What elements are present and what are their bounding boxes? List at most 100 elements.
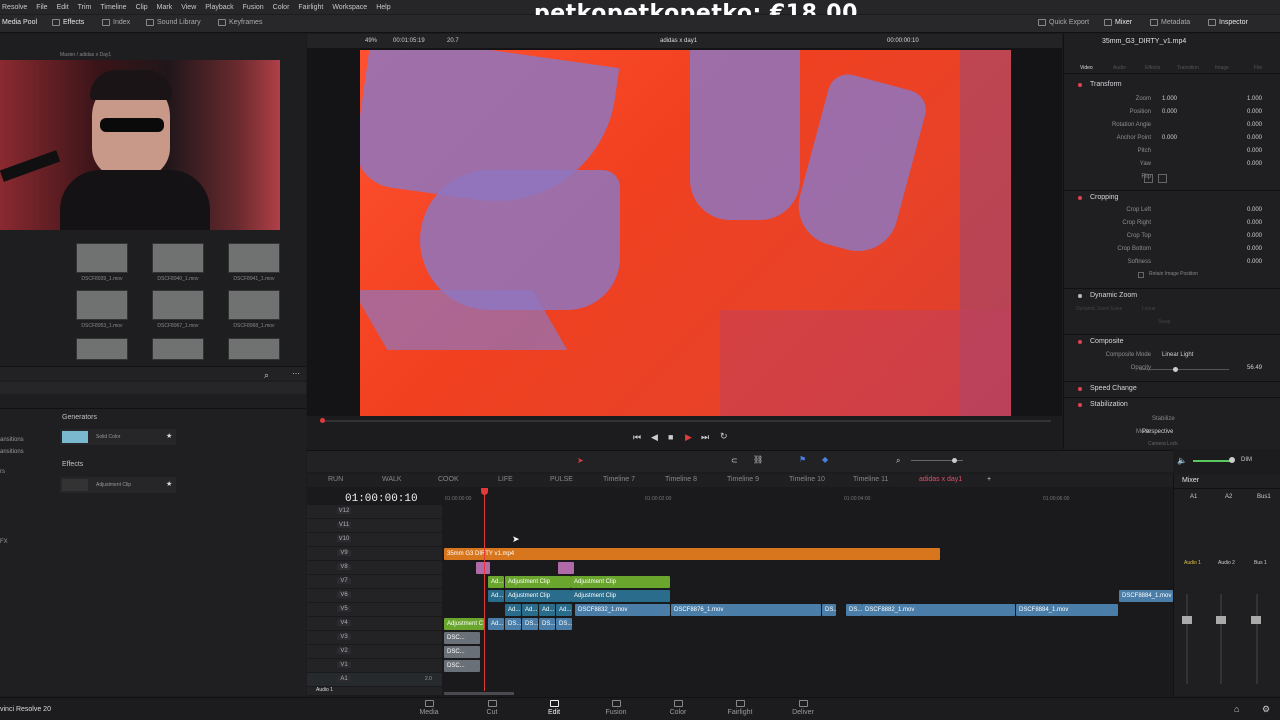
master-volume-slider[interactable] xyxy=(1193,460,1233,462)
side-item[interactable]: FX xyxy=(0,539,8,545)
tab-timeline-7[interactable]: Timeline 7 xyxy=(603,476,635,483)
snapping-icon[interactable]: ⊂ xyxy=(731,456,738,465)
timeline-zoom-knob[interactable] xyxy=(952,458,957,463)
clip-ds-short[interactable]: DS... xyxy=(505,618,521,630)
effects-button[interactable]: Effects xyxy=(52,19,84,26)
menu-file[interactable]: File xyxy=(36,4,47,11)
enable-dot-icon[interactable] xyxy=(1078,340,1082,344)
clip-adj-short[interactable]: Ad... xyxy=(556,604,572,616)
flip-vertical-icon[interactable] xyxy=(1158,174,1167,183)
crop-right-field[interactable]: 0.000 xyxy=(1222,220,1262,226)
pitch-field[interactable]: 0.000 xyxy=(1222,148,1262,154)
tab-pulse[interactable]: PULSE xyxy=(550,476,573,483)
favorite-star-icon[interactable]: ★ xyxy=(166,432,172,440)
clip-dsc[interactable]: DSC... xyxy=(444,646,480,658)
clip-dscf8884b[interactable]: DSCF8884_1.mov xyxy=(1119,590,1173,602)
media-thumb-3[interactable] xyxy=(228,243,280,273)
track-a1[interactable]: A1 2.0 xyxy=(307,673,442,687)
timeline-scrollbar[interactable] xyxy=(444,692,514,695)
tab-video[interactable]: Video xyxy=(1080,65,1093,71)
sound-library-button[interactable]: Sound Library xyxy=(146,19,201,26)
fader-a2[interactable] xyxy=(1216,616,1226,624)
skip-to-start-icon[interactable]: ⏮ xyxy=(633,432,641,443)
track-v10[interactable]: V10 xyxy=(307,533,442,547)
clip-dsc[interactable]: DSC... xyxy=(444,632,480,644)
enable-dot-icon[interactable] xyxy=(1078,403,1082,407)
tab-adidas-day1[interactable]: adidas x day1 xyxy=(919,476,962,483)
media-thumb-4[interactable] xyxy=(76,290,128,320)
inspector-button[interactable]: Inspector xyxy=(1208,19,1248,26)
stop-icon[interactable]: ■ xyxy=(668,432,673,442)
search-icon[interactable]: ⌕ xyxy=(264,370,269,381)
opacity-slider[interactable] xyxy=(1139,369,1229,370)
track-v4[interactable]: V4 xyxy=(307,617,442,631)
viewer-scrubber[interactable] xyxy=(321,420,1051,422)
stab-mode-select[interactable]: Perspective xyxy=(1142,429,1173,435)
adjustment-clip-item[interactable]: Adjustment Clip ★ xyxy=(60,477,176,493)
index-button[interactable]: Index xyxy=(102,19,130,26)
clip-adj-short[interactable]: Ad... xyxy=(522,604,538,616)
flag-icon[interactable]: ⚑ xyxy=(799,455,806,464)
clip-adj-short[interactable]: Ad... xyxy=(488,590,504,602)
clip-adjustment[interactable]: Adjustment Clip xyxy=(505,576,571,588)
clip-adjustment[interactable]: Adjustment Clip xyxy=(571,576,670,588)
enable-dot-icon[interactable] xyxy=(1078,196,1082,200)
page-fusion[interactable]: Fusion xyxy=(591,700,641,716)
opacity-slider-knob[interactable] xyxy=(1173,367,1178,372)
clip-adj-short[interactable]: Ad... xyxy=(488,618,504,630)
tab-timeline-10[interactable]: Timeline 10 xyxy=(789,476,825,483)
track-v9[interactable]: V9 xyxy=(307,547,442,561)
master-volume-knob[interactable] xyxy=(1229,457,1235,463)
clip-ds-short[interactable]: DS... xyxy=(822,604,836,616)
clip-ds-short[interactable]: DS... xyxy=(846,604,862,616)
opacity-field[interactable]: 56.49 xyxy=(1222,365,1262,371)
clip-adjustment-c[interactable]: Adjustment C xyxy=(444,618,484,630)
tab-walk[interactable]: WALK xyxy=(382,476,402,483)
media-thumb-6[interactable] xyxy=(228,290,280,320)
clip-dsc[interactable]: DSC... xyxy=(444,660,480,672)
zoom-level[interactable]: 49% xyxy=(365,38,377,44)
track-v8[interactable]: V8 xyxy=(307,561,442,575)
dim-button[interactable]: DIM xyxy=(1241,457,1252,463)
media-thumb-2[interactable] xyxy=(152,243,204,273)
tab-effects[interactable]: Effects xyxy=(1145,65,1160,71)
clip-dscf8884[interactable]: DSCF8884_1.mov xyxy=(1016,604,1118,616)
swap-button[interactable]: Swap xyxy=(1158,319,1171,325)
clip-dscf8882[interactable]: DSCF8882_1.mov xyxy=(862,604,1015,616)
scrubber-playhead[interactable] xyxy=(320,418,325,423)
media-thumb-9[interactable] xyxy=(228,338,280,360)
mixer-button[interactable]: Mixer xyxy=(1104,19,1132,26)
composite-section[interactable]: Composite xyxy=(1064,334,1280,348)
media-thumb-5[interactable] xyxy=(152,290,204,320)
crop-bottom-field[interactable]: 0.000 xyxy=(1222,246,1262,252)
menu-workspace[interactable]: Workspace xyxy=(332,4,367,11)
page-media[interactable]: Media xyxy=(404,700,454,716)
crop-top-field[interactable]: 0.000 xyxy=(1222,233,1262,239)
tab-run[interactable]: RUN xyxy=(328,476,343,483)
page-edit[interactable]: Edit xyxy=(529,700,579,716)
zoom-y-field[interactable]: 1.000 xyxy=(1222,96,1262,102)
retain-checkbox[interactable] xyxy=(1138,272,1144,278)
volume-icon[interactable]: 🔈 xyxy=(1177,456,1187,465)
tab-cook[interactable]: COOK xyxy=(438,476,459,483)
timeline-playhead[interactable] xyxy=(484,488,485,691)
keyframes-button[interactable]: Keyframes xyxy=(218,19,262,26)
media-thumb-7[interactable] xyxy=(76,338,128,360)
clip-v8[interactable] xyxy=(558,562,574,574)
track-v1[interactable]: V1 xyxy=(307,659,442,673)
loop-icon[interactable]: ↻ xyxy=(720,431,728,442)
media-thumb-1[interactable] xyxy=(76,243,128,273)
tab-audio[interactable]: Audio xyxy=(1113,65,1126,71)
play-icon[interactable]: ▶ xyxy=(685,432,692,443)
clip-dscf8832[interactable]: DSCF8832_1.mov xyxy=(575,604,670,616)
camera-lock-checkbox[interactable]: Camera Lock xyxy=(1148,441,1178,447)
tab-image[interactable]: Image xyxy=(1215,65,1229,71)
rotation-field[interactable]: 0.000 xyxy=(1222,122,1262,128)
menu-playback[interactable]: Playback xyxy=(205,4,233,11)
media-pool-button[interactable]: Media Pool xyxy=(2,19,37,26)
metadata-button[interactable]: Metadata xyxy=(1150,19,1190,26)
tab-life[interactable]: LIFE xyxy=(498,476,513,483)
yaw-field[interactable]: 0.000 xyxy=(1222,161,1262,167)
page-cut[interactable]: Cut xyxy=(467,700,517,716)
cropping-section[interactable]: Cropping xyxy=(1064,190,1280,204)
